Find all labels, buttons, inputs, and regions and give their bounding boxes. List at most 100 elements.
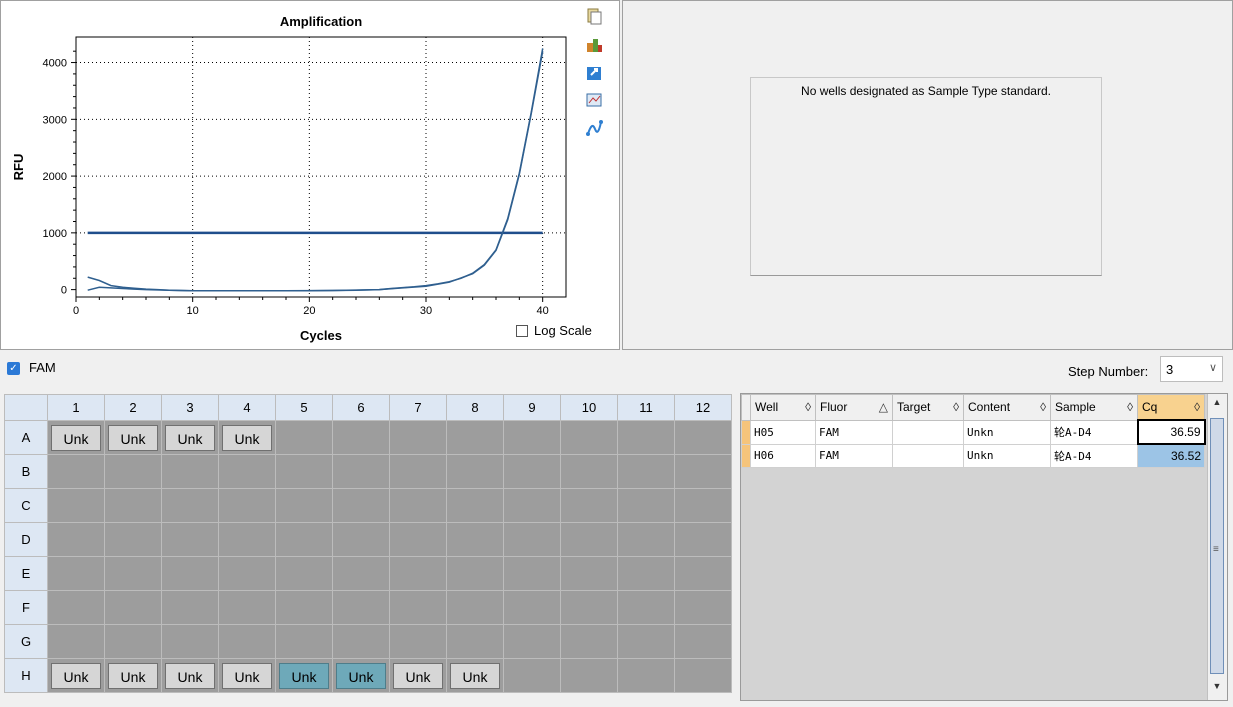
scroll-down-icon[interactable]: ▼ [1210, 681, 1224, 697]
scroll-up-icon[interactable]: ▲ [1210, 397, 1224, 413]
plate-well[interactable] [560, 658, 618, 693]
plate-well[interactable] [161, 590, 219, 625]
cell-cq[interactable]: 36.59 [1136, 419, 1206, 445]
cell-target[interactable] [892, 419, 964, 445]
plate-well[interactable] [218, 488, 276, 523]
plate-row-header[interactable]: G [4, 624, 48, 659]
plate-column-header[interactable]: 7 [389, 394, 447, 421]
plate-well[interactable] [275, 454, 333, 489]
table-row[interactable]: H06 FAM Unkn 轮A-D4 36.52 [741, 443, 1205, 468]
plate-row-header[interactable]: A [4, 420, 48, 455]
plate-well[interactable] [332, 590, 390, 625]
plate-well[interactable] [617, 556, 675, 591]
cell-cq[interactable]: 36.52 [1137, 443, 1205, 468]
column-header-fluor[interactable]: Fluor △ [815, 394, 893, 421]
plate-well[interactable] [560, 420, 618, 455]
cell-well[interactable]: H06 [750, 443, 816, 468]
plate-well[interactable] [503, 590, 561, 625]
plate-well[interactable] [503, 556, 561, 591]
plate-well[interactable] [446, 420, 504, 455]
plate-well[interactable] [47, 454, 105, 489]
cell-content[interactable]: Unkn [963, 443, 1051, 468]
plate-well[interactable] [275, 522, 333, 557]
plate-well[interactable] [446, 522, 504, 557]
plate-well[interactable] [560, 556, 618, 591]
cell-well[interactable]: H05 [750, 419, 816, 445]
plate-well[interactable] [389, 590, 447, 625]
plate-well[interactable] [47, 488, 105, 523]
plate-well[interactable]: Unk [161, 420, 219, 455]
plate-column-header[interactable]: 9 [503, 394, 561, 421]
plate-well[interactable] [104, 488, 162, 523]
row-selector[interactable] [741, 443, 751, 468]
export-icon[interactable] [585, 63, 603, 81]
plate-well[interactable] [617, 454, 675, 489]
plate-well[interactable]: Unk [104, 658, 162, 693]
plate-column-header[interactable]: 5 [275, 394, 333, 421]
plate-well[interactable] [389, 624, 447, 659]
plate-well[interactable] [104, 454, 162, 489]
plate-well[interactable] [47, 590, 105, 625]
plate-column-header[interactable]: 10 [560, 394, 618, 421]
chart-settings-icon[interactable] [585, 91, 603, 109]
plate-well[interactable] [674, 624, 732, 659]
plate-well[interactable] [161, 488, 219, 523]
plate-well[interactable]: Unk [389, 658, 447, 693]
plate-well[interactable] [674, 454, 732, 489]
plate-well[interactable] [503, 420, 561, 455]
plate-column-header[interactable]: 8 [446, 394, 504, 421]
plate-well[interactable] [503, 488, 561, 523]
plate-well[interactable]: Unk [161, 658, 219, 693]
plate-well[interactable] [47, 556, 105, 591]
plate-column-header[interactable]: 3 [161, 394, 219, 421]
plate-column-header[interactable]: 4 [218, 394, 276, 421]
column-header-content[interactable]: Content ◊ [963, 394, 1051, 421]
vertical-scrollbar[interactable]: ▲ ≡ ▼ [1207, 394, 1227, 700]
column-header-well[interactable]: Well ◊ [750, 394, 816, 421]
plate-well[interactable] [617, 420, 675, 455]
column-header-sample[interactable]: Sample ◊ [1050, 394, 1138, 421]
plate-well[interactable] [218, 454, 276, 489]
plate-well[interactable] [560, 624, 618, 659]
plate-row-header[interactable]: D [4, 522, 48, 557]
plate-well[interactable]: Unk [446, 658, 504, 693]
cell-fluor[interactable]: FAM [815, 443, 893, 468]
cell-fluor[interactable]: FAM [815, 419, 893, 445]
plate-well[interactable] [275, 624, 333, 659]
plate-well[interactable] [332, 454, 390, 489]
plate-well[interactable] [674, 590, 732, 625]
plate-well[interactable] [503, 454, 561, 489]
plate-well[interactable] [218, 556, 276, 591]
plate-well[interactable] [503, 624, 561, 659]
plate-well[interactable] [503, 658, 561, 693]
plate-column-header[interactable]: 12 [674, 394, 732, 421]
plate-well[interactable] [446, 488, 504, 523]
plate-well[interactable] [161, 522, 219, 557]
plate-well[interactable] [446, 624, 504, 659]
plate-well[interactable] [560, 454, 618, 489]
plate-well[interactable] [104, 590, 162, 625]
plate-well[interactable] [617, 624, 675, 659]
plate-well[interactable] [218, 590, 276, 625]
cell-sample[interactable]: 轮A-D4 [1050, 443, 1138, 468]
plate-corner[interactable] [4, 394, 48, 421]
plate-column-header[interactable]: 6 [332, 394, 390, 421]
plate-well[interactable] [47, 624, 105, 659]
log-scale-toggle[interactable]: Log Scale [516, 323, 592, 338]
copy-icon[interactable] [585, 7, 603, 25]
print-icon[interactable] [585, 35, 603, 53]
plate-well[interactable] [446, 556, 504, 591]
plate-well[interactable] [332, 420, 390, 455]
plate-well[interactable] [560, 522, 618, 557]
plate-well[interactable] [617, 522, 675, 557]
plate-well[interactable] [332, 522, 390, 557]
plate-well[interactable] [503, 522, 561, 557]
plate-row-header[interactable]: F [4, 590, 48, 625]
plate-well[interactable] [332, 556, 390, 591]
plate-well[interactable] [389, 420, 447, 455]
plate-well[interactable] [218, 624, 276, 659]
plate-well[interactable] [332, 488, 390, 523]
plate-well[interactable] [560, 590, 618, 625]
plate-well[interactable]: Unk [47, 658, 105, 693]
row-selector[interactable] [741, 419, 751, 445]
